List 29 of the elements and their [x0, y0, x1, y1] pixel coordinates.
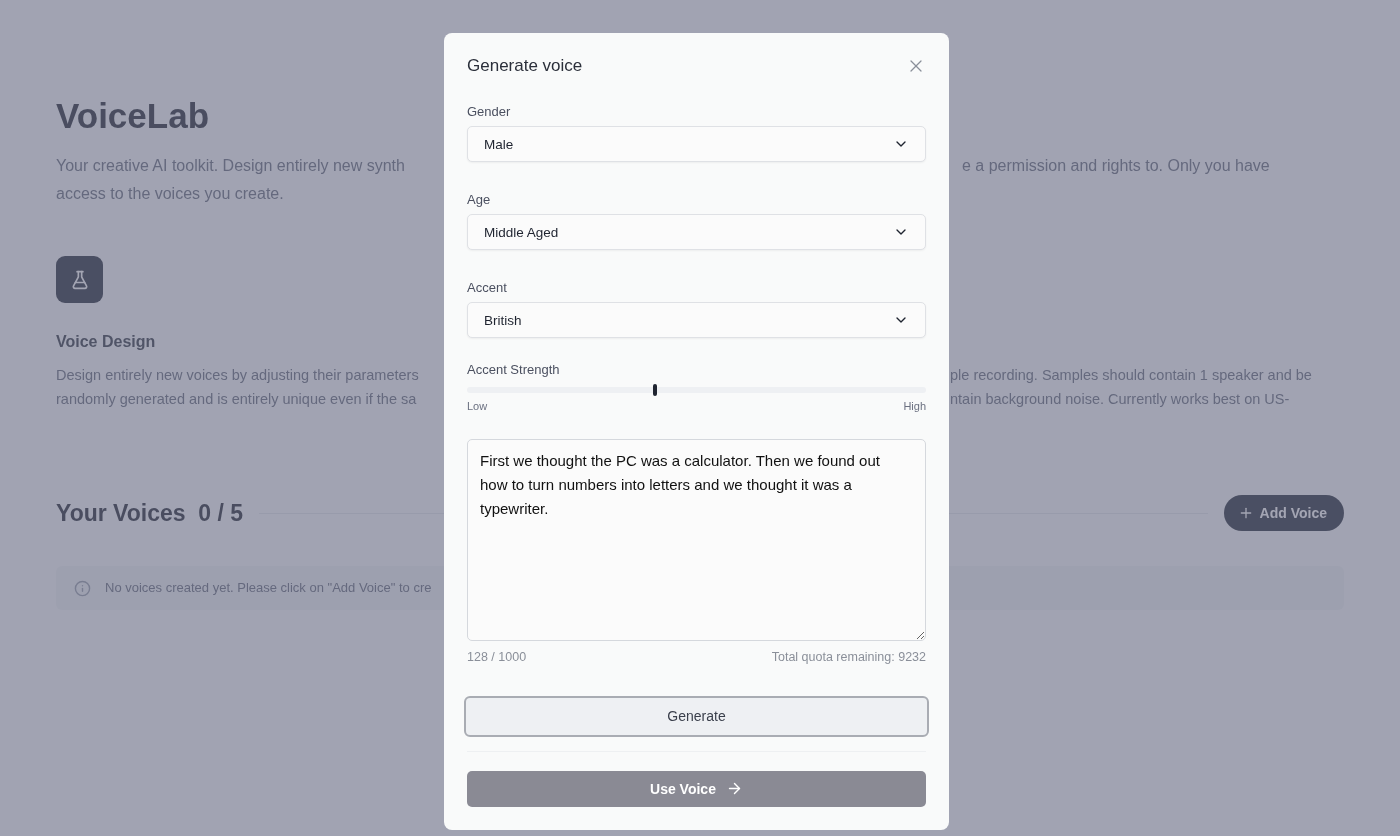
quota-text: Total quota remaining: 9232 [771, 649, 926, 664]
feature-description: ntain background noise. Currently works best on US- [950, 390, 1290, 409]
slider-min-label: Low [467, 400, 488, 412]
select-field[interactable]: Middle Aged [467, 214, 926, 251]
section-heading: Your Voices 0 / 5 [56, 499, 244, 527]
field-label: Accent Strength [467, 362, 561, 378]
generate-button[interactable]: Generate [464, 695, 929, 737]
select-field[interactable]: Male [467, 126, 926, 163]
intro-text: Your creative AI toolkit. Design entirely new synth [56, 156, 405, 176]
field-label: Accent [467, 280, 508, 296]
feature-description: ple recording. Samples should contain 1 speaker and be [950, 366, 1312, 385]
page-title: VoiceLab [56, 95, 209, 137]
info-icon [74, 579, 91, 597]
feature-description: Design entirely new voices by adjusting their parameters [56, 366, 419, 385]
field-label: Age [467, 192, 492, 208]
intro-text: access to the voices you create. [56, 184, 284, 204]
text-input[interactable]: First we thought the PC was a calculator. Then we found out how to turn numbers into letters and we thought it was a typewriter. [467, 439, 926, 641]
character-count: 128 / 1000 [467, 649, 527, 664]
select-field[interactable]: British [467, 302, 926, 339]
notice-text: No voices created yet. Please click on "Add Voice" to cre [105, 579, 432, 597]
dialog-title: Generate voice [467, 56, 583, 76]
feature-description: randomly generated and is entirely unique even if the sa [56, 390, 417, 409]
intro-text: e a permission and rights to. Only you have [962, 156, 1270, 176]
slider-max-label: High [903, 400, 926, 412]
feature-title: Voice Design [56, 333, 157, 351]
flask-icon [56, 256, 103, 303]
slider-track[interactable] [467, 387, 926, 393]
field-label: Gender [467, 104, 512, 119]
slider-thumb[interactable] [653, 384, 658, 397]
